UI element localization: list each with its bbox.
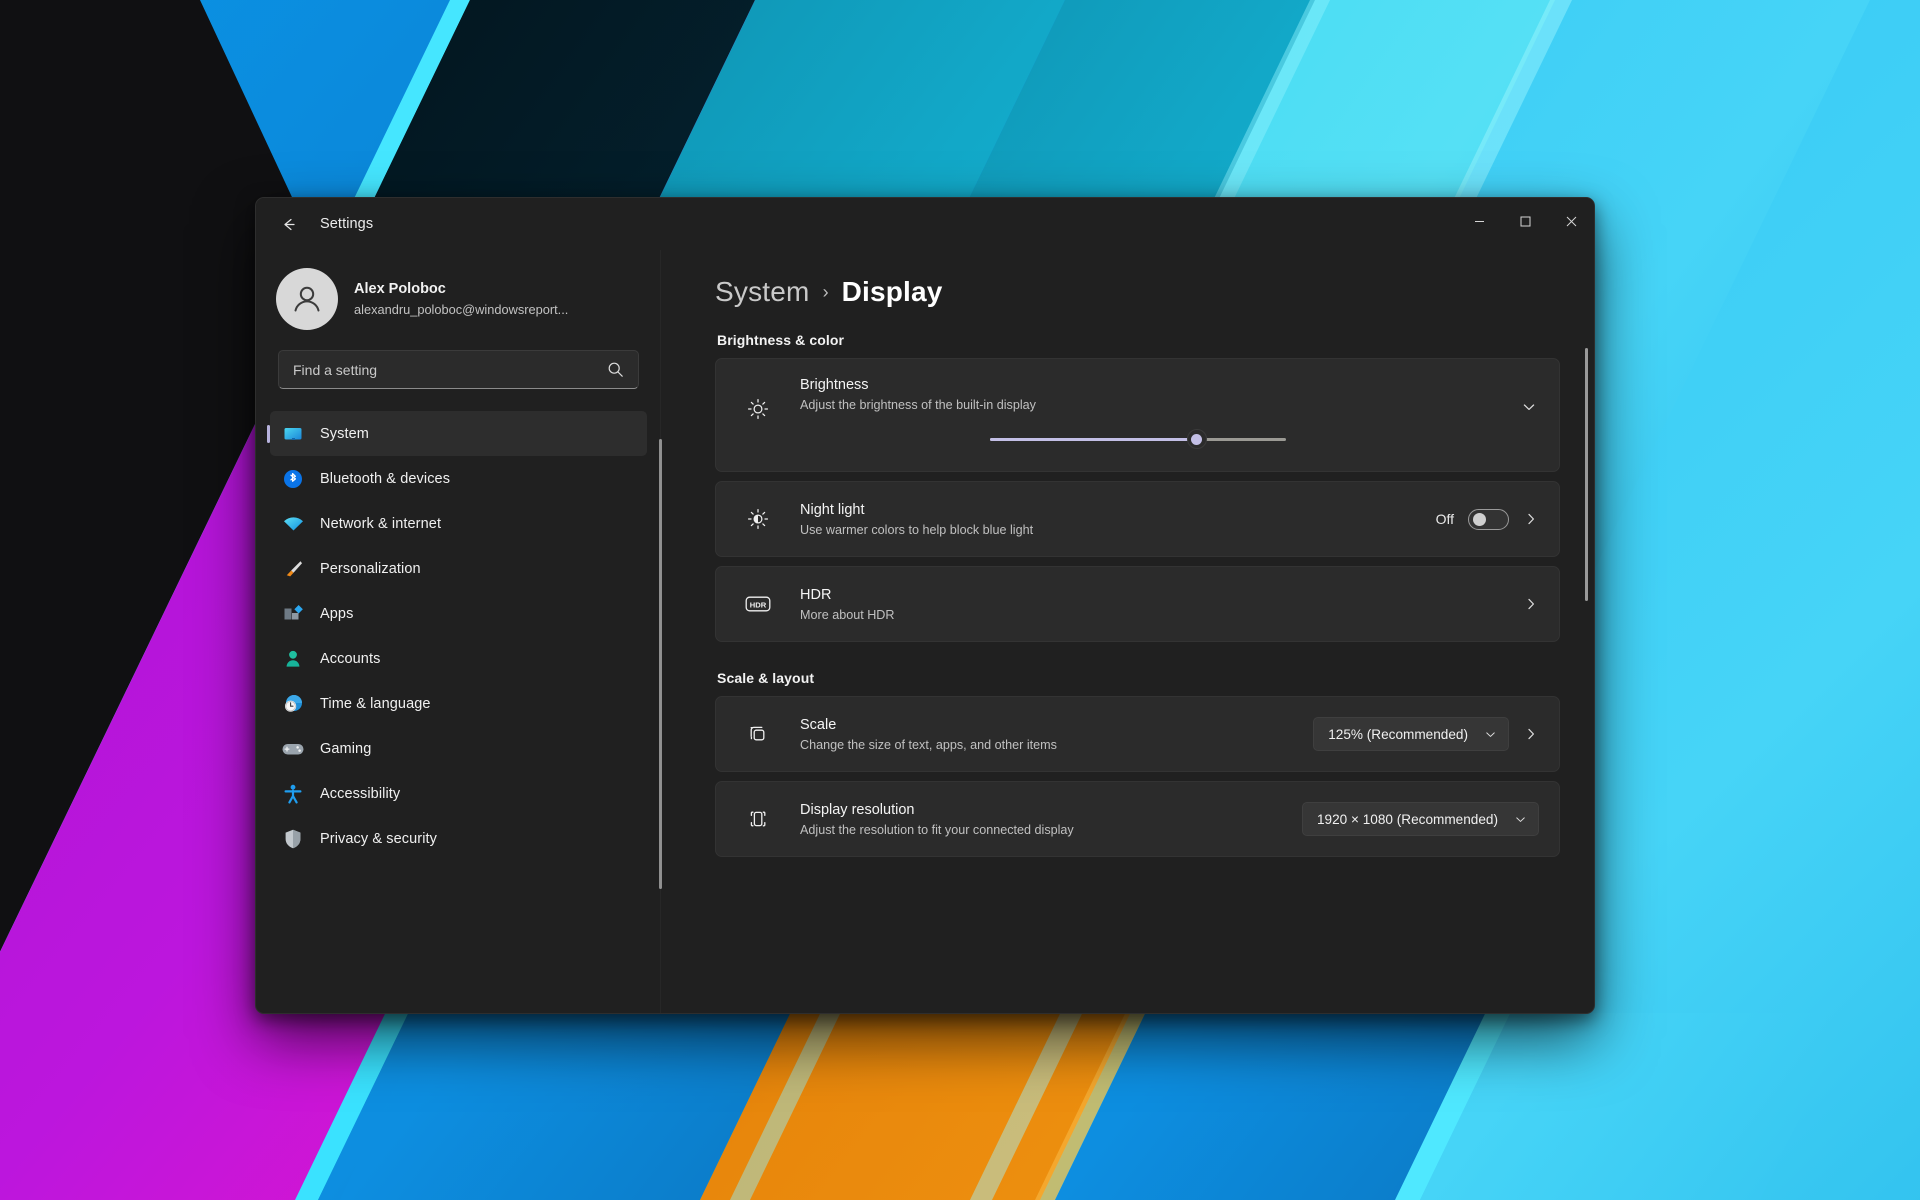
hdr-badge-icon: HDR bbox=[736, 594, 780, 614]
bluetooth-icon bbox=[278, 466, 308, 492]
night-light-sun-icon bbox=[736, 507, 780, 531]
maximize-icon bbox=[1520, 216, 1530, 226]
display-resolution-subtitle: Adjust the resolution to fit your connec… bbox=[800, 822, 1074, 837]
sidebar-item-label: Accounts bbox=[320, 650, 381, 667]
hdr-card[interactable]: HDR HDR More about HDR bbox=[715, 566, 1560, 642]
sidebar-item-network-internet[interactable]: Network & internet bbox=[270, 501, 647, 546]
section-title-brightness-color: Brightness & color bbox=[717, 332, 845, 348]
account-email: alexandru_poloboc@windowsreport... bbox=[354, 301, 569, 317]
shield-icon bbox=[278, 826, 308, 852]
breadcrumb: System › Display bbox=[715, 276, 1560, 308]
night-light-toggle[interactable] bbox=[1468, 508, 1509, 530]
scale-dropdown-value: 125% (Recommended) bbox=[1328, 726, 1468, 742]
settings-window: Settings Alex Poloboc alexandru_poloboc@… bbox=[255, 197, 1595, 1014]
brightness-slider[interactable] bbox=[989, 429, 1286, 449]
display-resolution-dropdown[interactable]: 1920 × 1080 (Recommended) bbox=[1302, 802, 1539, 836]
sidebar-item-label: Gaming bbox=[320, 740, 372, 757]
sidebar-item-time-language[interactable]: Time & language bbox=[270, 681, 647, 726]
sidebar-item-label: Bluetooth & devices bbox=[320, 470, 451, 487]
sidebar-item-label: Privacy & security bbox=[320, 830, 438, 847]
brightness-card[interactable]: Brightness Adjust the brightness of the … bbox=[715, 358, 1560, 472]
title-bar: Settings bbox=[256, 198, 1594, 250]
arrow-left-icon bbox=[283, 218, 295, 230]
content-scrollbar[interactable] bbox=[1585, 348, 1588, 601]
search-icon bbox=[607, 361, 638, 378]
sidebar-item-accounts[interactable]: Accounts bbox=[270, 636, 647, 681]
sidebar-item-gaming[interactable]: Gaming bbox=[270, 726, 647, 771]
clock-globe-icon bbox=[278, 691, 308, 717]
display-resolution-title: Display resolution bbox=[800, 801, 915, 818]
minimize-button[interactable] bbox=[1456, 198, 1502, 244]
display-resolution-icon bbox=[736, 807, 780, 831]
person-avatar-icon bbox=[294, 286, 320, 312]
sidebar-nav: System Bluetooth & devices Network & int… bbox=[256, 411, 662, 889]
sidebar-item-label: Accessibility bbox=[320, 785, 401, 802]
night-light-title: Night light bbox=[800, 501, 865, 518]
chevron-down-icon bbox=[1484, 728, 1497, 741]
chevron-down-icon[interactable] bbox=[1521, 375, 1539, 415]
slider-thumb[interactable] bbox=[1186, 429, 1207, 449]
hdr-subtitle: More about HDR bbox=[800, 607, 895, 622]
svg-text:HDR: HDR bbox=[750, 600, 767, 609]
avatar bbox=[276, 268, 338, 330]
account-summary[interactable]: Alex Poloboc alexandru_poloboc@windowsre… bbox=[256, 250, 661, 350]
account-name: Alex Poloboc bbox=[354, 280, 446, 297]
sidebar-item-label: Network & internet bbox=[320, 515, 442, 532]
apps-grid-icon bbox=[278, 601, 308, 627]
scale-resize-icon bbox=[736, 722, 780, 746]
minimize-icon bbox=[1474, 220, 1484, 222]
slider-fill bbox=[989, 437, 1197, 441]
content-pane: System › Display Brightness & color Brig… bbox=[661, 250, 1594, 1013]
paintbrush-icon bbox=[278, 556, 308, 582]
night-light-toggle-label: Off bbox=[1435, 511, 1454, 527]
monitor-icon bbox=[278, 421, 308, 447]
sidebar-item-apps[interactable]: Apps bbox=[270, 591, 647, 636]
sidebar: Alex Poloboc alexandru_poloboc@windowsre… bbox=[256, 250, 662, 1013]
sidebar-item-label: Apps bbox=[320, 605, 354, 622]
sidebar-item-personalization[interactable]: Personalization bbox=[270, 546, 647, 591]
night-light-subtitle: Use warmer colors to help block blue lig… bbox=[800, 522, 1034, 537]
display-resolution-dropdown-value: 1920 × 1080 (Recommended) bbox=[1317, 811, 1498, 827]
sidebar-item-label: System bbox=[320, 425, 369, 442]
brightness-title: Brightness bbox=[800, 377, 869, 393]
scale-card[interactable]: Scale Change the size of text, apps, and… bbox=[715, 696, 1560, 772]
sidebar-item-label: Personalization bbox=[320, 560, 421, 577]
back-button[interactable] bbox=[271, 207, 305, 241]
sidebar-item-bluetooth-devices[interactable]: Bluetooth & devices bbox=[270, 456, 647, 501]
search-box[interactable] bbox=[278, 350, 639, 389]
search-input[interactable] bbox=[279, 361, 607, 378]
close-icon bbox=[1566, 216, 1576, 226]
sidebar-item-accessibility[interactable]: Accessibility bbox=[270, 771, 647, 816]
chevron-right-icon[interactable] bbox=[1523, 511, 1539, 527]
accessibility-person-icon bbox=[278, 781, 308, 807]
hdr-title: HDR bbox=[800, 586, 832, 603]
breadcrumb-separator: › bbox=[822, 281, 829, 302]
section-title-scale-layout: Scale & layout bbox=[717, 670, 815, 686]
scale-subtitle: Change the size of text, apps, and other… bbox=[800, 737, 1057, 752]
chevron-right-icon[interactable] bbox=[1523, 596, 1539, 612]
sidebar-item-system[interactable]: System bbox=[270, 411, 647, 456]
scale-dropdown[interactable]: 125% (Recommended) bbox=[1313, 717, 1509, 751]
chevron-down-icon bbox=[1514, 813, 1527, 826]
sidebar-item-privacy-security[interactable]: Privacy & security bbox=[270, 816, 647, 861]
scale-title: Scale bbox=[800, 716, 837, 733]
toggle-knob bbox=[1473, 512, 1486, 526]
brightness-subtitle: Adjust the brightness of the built-in di… bbox=[800, 398, 1036, 412]
sun-icon bbox=[736, 375, 780, 421]
night-light-card[interactable]: Night light Use warmer colors to help bl… bbox=[715, 481, 1560, 557]
close-button[interactable] bbox=[1548, 198, 1594, 244]
app-title: Settings bbox=[320, 216, 374, 232]
person-icon bbox=[278, 646, 308, 672]
breadcrumb-parent[interactable]: System bbox=[715, 276, 810, 308]
sidebar-item-label: Time & language bbox=[320, 695, 431, 712]
page-title: Display bbox=[841, 276, 943, 307]
gamepad-icon bbox=[278, 736, 308, 762]
chevron-right-icon[interactable] bbox=[1523, 726, 1539, 742]
window-controls bbox=[1456, 198, 1594, 244]
wifi-icon bbox=[278, 511, 308, 537]
maximize-button[interactable] bbox=[1502, 198, 1548, 244]
display-resolution-card[interactable]: Display resolution Adjust the resolution… bbox=[715, 781, 1560, 857]
